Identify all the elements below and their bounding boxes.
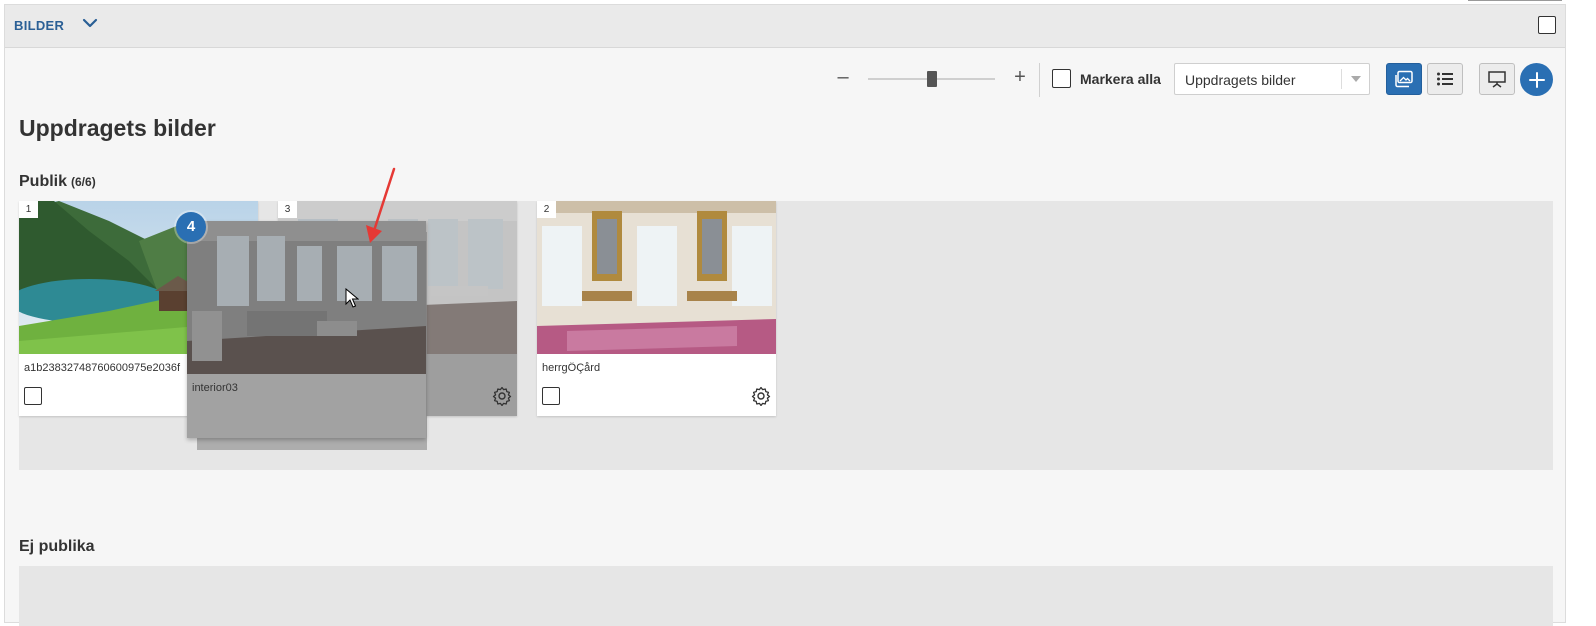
gallery-view-button[interactable] <box>1386 63 1422 95</box>
section-public-count: (6/6) <box>71 175 96 189</box>
cursor-icon <box>345 288 359 308</box>
card-number: 3 <box>278 201 297 218</box>
presentation-icon <box>1488 71 1506 88</box>
card-checkbox[interactable] <box>542 387 560 405</box>
mark-all-checkbox[interactable] <box>1052 69 1071 88</box>
gear-icon[interactable] <box>492 386 512 406</box>
toolbar-divider <box>1039 63 1040 97</box>
zoom-out-button[interactable]: – <box>835 67 851 87</box>
list-view-button[interactable] <box>1427 63 1463 95</box>
card-filename: herrgÔÇård <box>542 362 601 374</box>
images-panel: BILDER – + Markera alla Uppdragets bilde… <box>4 4 1566 626</box>
panel-header-checkbox[interactable] <box>1538 16 1556 34</box>
zoom-slider-handle[interactable] <box>927 71 937 87</box>
mark-all-label[interactable]: Markera alla <box>1080 71 1161 87</box>
card-checkbox[interactable] <box>24 387 42 405</box>
private-dropzone[interactable] <box>19 566 1553 626</box>
gear-icon[interactable] <box>751 386 771 406</box>
drag-ghost-card[interactable]: interior03 <box>187 221 426 438</box>
list-icon <box>1437 72 1453 86</box>
chevron-down-icon[interactable] <box>81 14 99 32</box>
card-number: 1 <box>19 201 38 218</box>
plus-icon <box>1528 71 1545 88</box>
drag-count-badge: 4 <box>176 212 206 242</box>
zoom-in-button[interactable]: + <box>1012 67 1028 87</box>
card-number: 2 <box>537 201 556 218</box>
drag-ghost-filename: interior03 <box>192 382 238 394</box>
caret-down-icon <box>1351 76 1361 82</box>
image-card[interactable]: 2 herrgÔÇård <box>537 201 776 416</box>
image-source-select[interactable]: Uppdragets bilder <box>1174 63 1370 95</box>
annotation-arrow-icon <box>366 167 396 243</box>
section-public-label: Publik <box>19 173 68 190</box>
panel-title: BILDER <box>14 18 65 33</box>
image-source-value: Uppdragets bilder <box>1185 72 1296 88</box>
gallery-icon <box>1395 70 1413 88</box>
select-separator <box>1341 69 1342 89</box>
presentation-button[interactable] <box>1479 63 1515 95</box>
section-private-title: Ej publika <box>19 538 95 555</box>
panel-header[interactable]: BILDER <box>5 5 1565 48</box>
page-title: Uppdragets bilder <box>19 115 216 141</box>
manor-hall-icon[interactable] <box>537 201 776 354</box>
section-public-title: Publik (6/6) <box>19 173 96 191</box>
add-image-button[interactable] <box>1520 63 1553 96</box>
top-divider-line <box>1468 0 1562 1</box>
